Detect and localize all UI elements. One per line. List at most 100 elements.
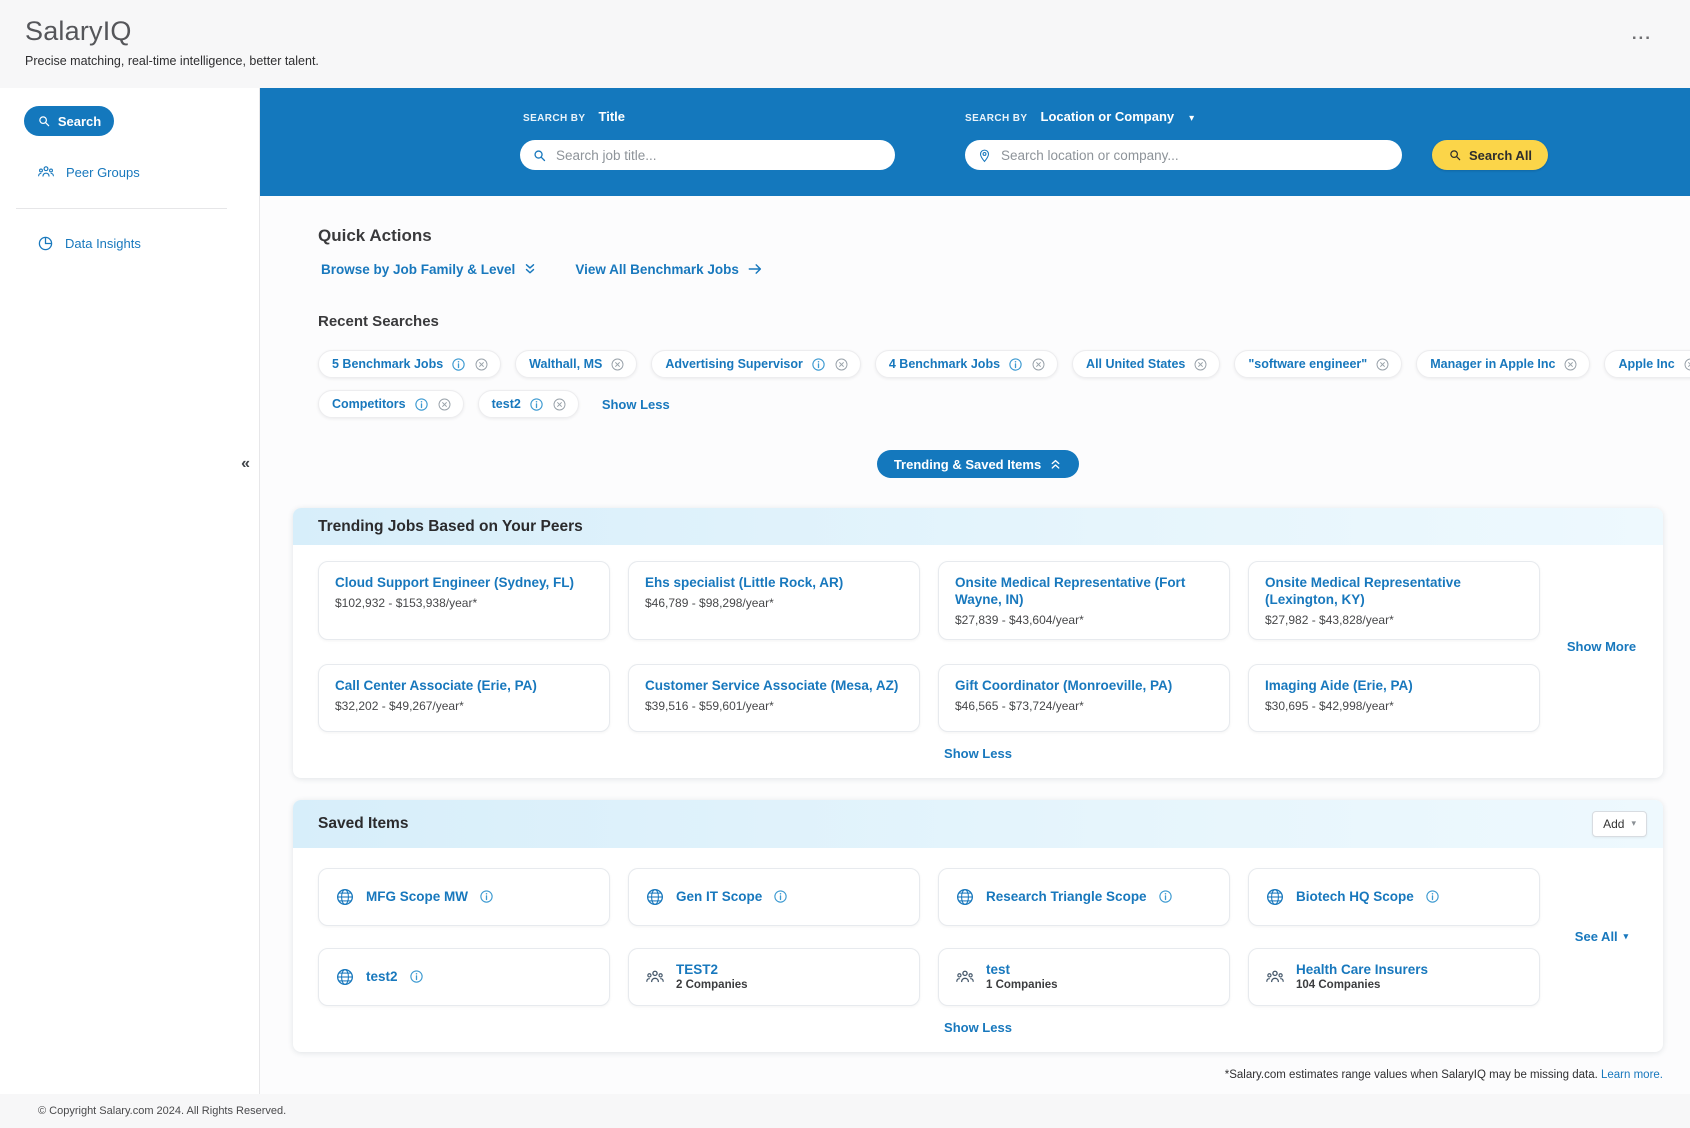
sidebar-item-data-insights[interactable]: Data Insights [37, 235, 259, 252]
overflow-menu-icon[interactable]: ... [1632, 24, 1652, 44]
recent-searches-show-less-link[interactable]: Show Less [602, 397, 670, 412]
trending-show-less-link[interactable]: Show Less [944, 746, 1012, 761]
job-title: Ehs specialist (Little Rock, AR) [645, 575, 903, 592]
job-salary-range: $39,516 - $59,601/year* [645, 699, 903, 713]
toggle-label: Trending & Saved Items [894, 457, 1041, 472]
search-by-location-dropdown[interactable]: SEARCH BY Location or Company ▾ [965, 109, 1194, 124]
people-icon [37, 163, 55, 181]
saved-item-card[interactable]: test 1 Companies [938, 948, 1230, 1006]
recent-search-chip[interactable]: All United States [1072, 350, 1220, 378]
trending-jobs-header: Trending Jobs Based on Your Peers [293, 508, 1663, 545]
close-icon[interactable] [610, 357, 625, 372]
close-icon[interactable] [1031, 357, 1046, 372]
info-icon[interactable] [451, 357, 466, 372]
view-all-benchmark-jobs-link[interactable]: View All Benchmark Jobs [575, 261, 763, 277]
learn-more-link[interactable]: Learn more. [1601, 1069, 1663, 1081]
trending-saved-items-toggle-button[interactable]: Trending & Saved Items [877, 450, 1079, 478]
see-all-link[interactable]: See All ▾ [1575, 929, 1628, 944]
recent-search-chip[interactable]: 5 Benchmark Jobs [318, 350, 501, 378]
recent-search-chip[interactable]: 4 Benchmark Jobs [875, 350, 1058, 378]
job-title-search-field[interactable] [520, 140, 895, 170]
sidebar-collapse-icon[interactable]: « [241, 456, 250, 472]
close-icon[interactable] [1375, 357, 1390, 372]
close-icon[interactable] [474, 357, 489, 372]
saved-item-card[interactable]: MFG Scope MW [318, 868, 610, 926]
saved-items-section: Saved Items Add ▾ MFG Scope MW [293, 800, 1663, 1052]
saved-items-rail: See All ▾ [1540, 868, 1663, 1006]
recent-search-chip[interactable]: Apple Inc [1604, 350, 1690, 378]
people-icon [645, 967, 665, 987]
recent-search-chip[interactable]: Manager in Apple Inc [1416, 350, 1590, 378]
saved-item-company-count: 104 Companies [1296, 979, 1428, 991]
info-icon[interactable] [811, 357, 826, 372]
saved-item-card[interactable]: Health Care Insurers 104 Companies [1248, 948, 1540, 1006]
saved-item-card[interactable]: test2 [318, 948, 610, 1006]
arrow-right-icon [747, 261, 763, 277]
info-icon[interactable] [773, 889, 788, 904]
job-salary-range: $30,695 - $42,998/year* [1265, 699, 1523, 713]
close-icon[interactable] [1563, 357, 1578, 372]
job-title: Call Center Associate (Erie, PA) [335, 678, 593, 695]
job-title-search-input[interactable] [556, 148, 883, 163]
recent-search-chip[interactable]: Competitors [318, 390, 464, 418]
globe-icon [1265, 887, 1285, 907]
job-card[interactable]: Customer Service Associate (Mesa, AZ) $3… [628, 664, 920, 732]
saved-item-label: Research Triangle Scope [986, 889, 1147, 904]
info-icon[interactable] [1158, 889, 1173, 904]
job-card[interactable]: Ehs specialist (Little Rock, AR) $46,789… [628, 561, 920, 640]
saved-item-card[interactable]: Research Triangle Scope [938, 868, 1230, 926]
recent-search-chip[interactable]: test2 [478, 390, 579, 418]
see-all-label: See All [1575, 929, 1618, 944]
chip-label: test2 [492, 397, 521, 411]
recent-search-chip[interactable]: "software engineer" [1234, 350, 1402, 378]
job-title: Gift Coordinator (Monroeville, PA) [955, 678, 1213, 695]
saved-items-heading: Saved Items [318, 815, 408, 833]
saved-item-card[interactable]: TEST2 2 Companies [628, 948, 920, 1006]
chip-label: Manager in Apple Inc [1430, 357, 1555, 371]
job-card[interactable]: Call Center Associate (Erie, PA) $32,202… [318, 664, 610, 732]
job-card[interactable]: Imaging Aide (Erie, PA) $30,695 - $42,99… [1248, 664, 1540, 732]
info-icon[interactable] [1425, 889, 1440, 904]
sidebar-item-peer-groups[interactable]: Peer Groups [37, 163, 259, 181]
info-icon[interactable] [414, 397, 429, 412]
search-all-button[interactable]: Search All [1432, 140, 1548, 170]
link-label: View All Benchmark Jobs [575, 262, 739, 277]
job-card[interactable]: Cloud Support Engineer (Sydney, FL) $102… [318, 561, 610, 640]
location-search-field[interactable] [965, 140, 1402, 170]
close-icon[interactable] [1683, 357, 1690, 372]
saved-item-card[interactable]: Biotech HQ Scope [1248, 868, 1540, 926]
job-salary-range: $102,932 - $153,938/year* [335, 596, 593, 610]
info-icon[interactable] [1008, 357, 1023, 372]
recent-search-chip[interactable]: Advertising Supervisor [651, 350, 861, 378]
add-button[interactable]: Add ▾ [1592, 811, 1647, 837]
search-icon [1448, 148, 1462, 162]
sidebar-item-search[interactable]: Search [24, 106, 114, 136]
close-icon[interactable] [1193, 357, 1208, 372]
info-icon[interactable] [479, 889, 494, 904]
job-card[interactable]: Gift Coordinator (Monroeville, PA) $46,5… [938, 664, 1230, 732]
job-card[interactable]: Onsite Medical Representative (Lexington… [1248, 561, 1540, 640]
job-card[interactable]: Onsite Medical Representative (Fort Wayn… [938, 561, 1230, 640]
search-by-title-value: Title [599, 109, 626, 124]
estimates-footnote: *Salary.com estimates range values when … [293, 1069, 1663, 1081]
saved-item-company-count: 1 Companies [986, 979, 1058, 991]
chevrons-down-icon [523, 262, 537, 276]
show-more-link[interactable]: Show More [1567, 639, 1636, 654]
info-icon[interactable] [409, 969, 424, 984]
close-icon[interactable] [552, 397, 567, 412]
app-title: SalaryIQ [25, 16, 1690, 47]
chevron-down-icon: ▾ [1624, 931, 1629, 942]
location-search-input[interactable] [1001, 148, 1390, 163]
job-title: Cloud Support Engineer (Sydney, FL) [335, 575, 593, 592]
close-icon[interactable] [834, 357, 849, 372]
browse-by-job-family-link[interactable]: Browse by Job Family & Level [321, 261, 537, 277]
info-icon[interactable] [529, 397, 544, 412]
saved-item-card[interactable]: Gen IT Scope [628, 868, 920, 926]
salaryiq-page: SalaryIQ Precise matching, real-time int… [0, 0, 1690, 1128]
job-title: Onsite Medical Representative (Lexington… [1265, 575, 1523, 609]
job-title: Onsite Medical Representative (Fort Wayn… [955, 575, 1213, 609]
close-icon[interactable] [437, 397, 452, 412]
search-icon [37, 114, 51, 128]
recent-search-chip[interactable]: Walthall, MS [515, 350, 637, 378]
saved-show-less-link[interactable]: Show Less [944, 1020, 1012, 1035]
